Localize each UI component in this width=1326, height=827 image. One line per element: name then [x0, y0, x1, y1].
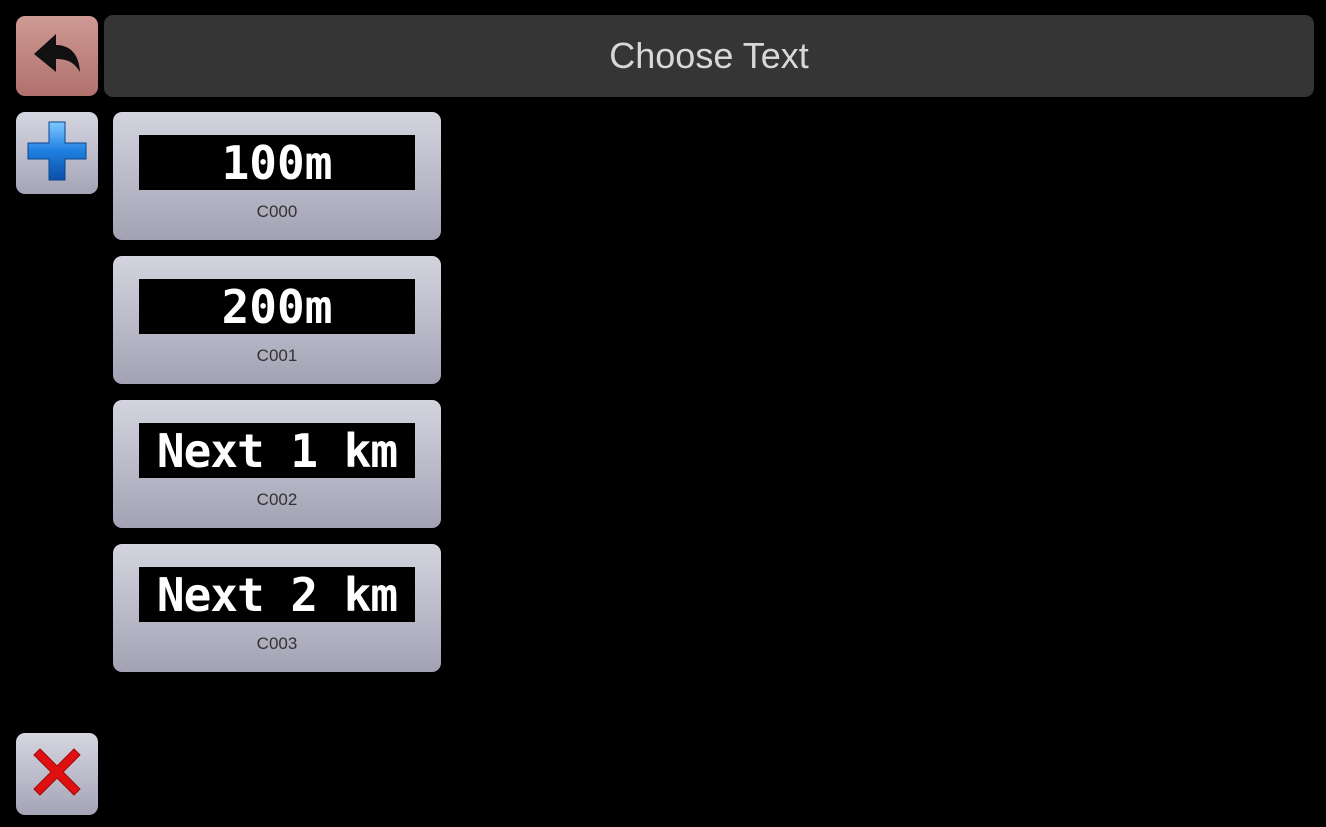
- plus-icon: [26, 120, 88, 186]
- preview-text: Next 2 km: [156, 567, 398, 622]
- text-item-c000[interactable]: 100m C000: [113, 112, 441, 240]
- preview-text: Next 1 km: [156, 423, 398, 478]
- page-title: Choose Text: [104, 15, 1314, 97]
- text-code: C000: [256, 202, 298, 221]
- text-item-c001[interactable]: 200m C001: [113, 256, 441, 384]
- close-button[interactable]: [16, 733, 98, 815]
- add-text-button[interactable]: [16, 112, 98, 194]
- text-preview: 200m: [139, 279, 415, 334]
- choose-text-screen: Choose Text 100m C000 200m C001 Next 1 k…: [0, 0, 1326, 827]
- text-preview: Next 2 km: [139, 567, 415, 622]
- text-code: C003: [256, 634, 298, 653]
- text-code: C001: [256, 346, 298, 365]
- text-item-c003[interactable]: Next 2 km C003: [113, 544, 441, 672]
- preview-text: 200m: [221, 279, 333, 334]
- text-preview: 100m: [139, 135, 415, 190]
- text-item-c002[interactable]: Next 1 km C002: [113, 400, 441, 528]
- text-preview: Next 1 km: [139, 423, 415, 478]
- back-arrow-icon: [32, 32, 82, 80]
- text-code: C002: [256, 490, 298, 509]
- preview-text: 100m: [221, 135, 333, 190]
- close-x-icon: [28, 743, 86, 805]
- back-button[interactable]: [16, 16, 98, 96]
